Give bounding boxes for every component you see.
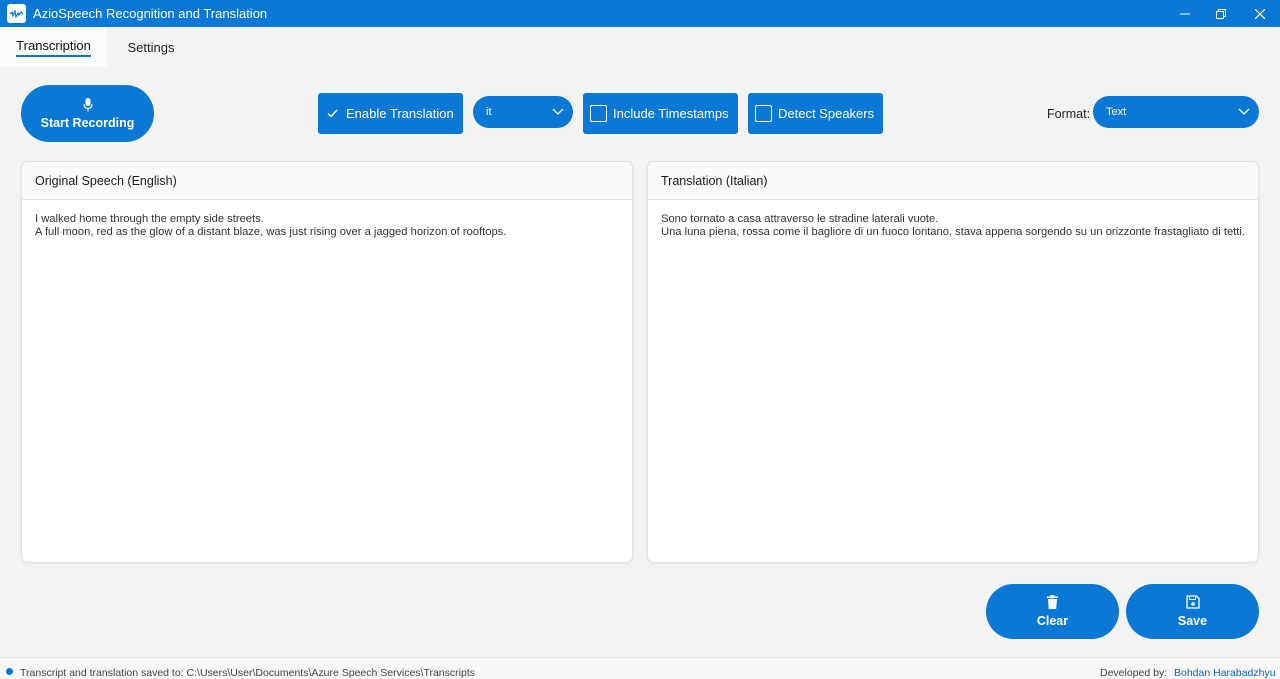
- translation-text[interactable]: Sono tornato a casa attraverso le stradi…: [648, 200, 1258, 239]
- include-timestamps-label: Include Timestamps: [613, 106, 729, 121]
- tab-transcription-label: Transcription: [16, 38, 91, 57]
- status-bar: Transcript and translation saved to: C:\…: [0, 657, 1280, 679]
- original-speech-text[interactable]: I walked home through the empty side str…: [22, 200, 632, 239]
- save-icon: [1185, 595, 1200, 609]
- format-select-value: Text: [1106, 106, 1127, 118]
- start-recording-button[interactable]: Start Recording: [21, 85, 154, 142]
- format-label: Format:: [1047, 107, 1091, 121]
- save-label: Save: [1177, 614, 1208, 628]
- detect-speakers-toggle[interactable]: Detect Speakers: [748, 93, 883, 134]
- status-indicator-icon: [6, 668, 13, 675]
- language-select-value: it: [486, 106, 492, 118]
- developer-name-link[interactable]: Bohdan Harabadzhyu: [1174, 667, 1276, 679]
- enable-translation-toggle[interactable]: Enable Translation: [318, 93, 463, 134]
- trash-icon: [1047, 595, 1058, 609]
- minimize-icon[interactable]: [1165, 0, 1205, 27]
- clear-label: Clear: [1036, 614, 1069, 628]
- microphone-icon: [82, 97, 93, 111]
- status-message: Transcript and translation saved to: C:\…: [20, 667, 475, 679]
- include-timestamps-toggle[interactable]: Include Timestamps: [583, 93, 738, 134]
- format-select[interactable]: Text: [1093, 96, 1259, 128]
- enable-translation-label: Enable Translation: [346, 106, 454, 121]
- translation-title: Translation (Italian): [648, 162, 1258, 200]
- original-speech-title: Original Speech (English): [22, 162, 632, 200]
- start-recording-label: Start Recording: [40, 115, 135, 130]
- close-icon[interactable]: [1240, 0, 1280, 27]
- speakers-checkbox[interactable]: [755, 105, 772, 122]
- save-button[interactable]: Save: [1126, 584, 1259, 639]
- language-select[interactable]: it: [473, 96, 573, 128]
- checkmark-icon: [327, 107, 338, 121]
- tab-strip: Transcription Settings: [0, 27, 1280, 68]
- clear-button[interactable]: Clear: [986, 584, 1119, 639]
- developer-label: Developed by:: [1100, 667, 1168, 679]
- tab-transcription[interactable]: Transcription: [0, 27, 107, 67]
- app-logo-icon: [7, 4, 26, 23]
- tab-settings-label: Settings: [127, 39, 175, 55]
- chevron-down-icon: [1238, 108, 1250, 115]
- window-title: AzioSpeech Recognition and Translation: [33, 6, 268, 21]
- chevron-down-icon: [552, 108, 564, 115]
- original-speech-panel: Original Speech (English) I walked home …: [21, 161, 633, 563]
- tab-settings[interactable]: Settings: [112, 27, 190, 67]
- restore-icon[interactable]: [1201, 0, 1241, 27]
- detect-speakers-label: Detect Speakers: [778, 106, 875, 121]
- translation-panel: Translation (Italian) Sono tornato a cas…: [647, 161, 1259, 563]
- title-bar: AzioSpeech Recognition and Translation: [0, 0, 1280, 27]
- timestamps-checkbox[interactable]: [590, 105, 607, 122]
